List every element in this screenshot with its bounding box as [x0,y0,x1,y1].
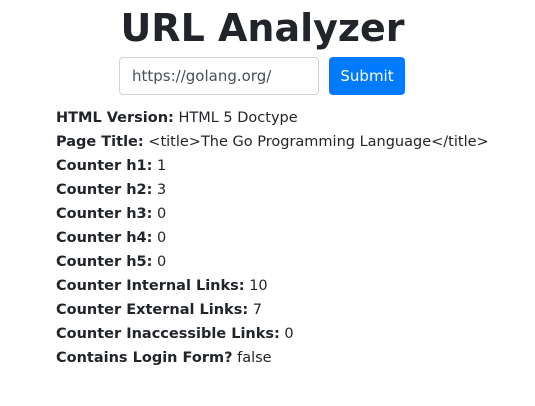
result-label: Counter h3: [56,206,153,222]
result-label: Counter h4: [56,230,153,246]
result-counter-h3: Counter h3: 0 [56,202,489,226]
result-value: 0 [284,326,294,342]
result-internal-links: Counter Internal Links: 10 [56,274,489,298]
result-label: Counter h2: [56,182,153,198]
result-counter-h2: Counter h2: 3 [56,178,489,202]
result-value: <title>The Go Programming Language</titl… [148,134,489,150]
result-label: Page Title: [56,134,144,150]
result-counter-h4: Counter h4: 0 [56,226,489,250]
result-external-links: Counter External Links: 7 [56,298,489,322]
result-label: Counter h5: [56,254,153,270]
submit-button[interactable]: Submit [329,57,405,95]
result-value: 0 [157,230,167,246]
result-value: 3 [157,182,167,198]
result-label: Counter h1: [56,158,153,174]
result-html-version: HTML Version: HTML 5 Doctype [56,106,489,130]
result-label: Counter Internal Links: [56,278,245,294]
results-list: HTML Version: HTML 5 Doctype Page Title:… [56,106,489,370]
result-value: 7 [252,302,262,318]
result-value: 0 [157,206,167,222]
result-label: Contains Login Form? [56,350,233,366]
result-value: 1 [157,158,167,174]
url-form: Submit [119,57,405,95]
result-counter-h1: Counter h1: 1 [56,154,489,178]
result-login-form: Contains Login Form? false [56,346,489,370]
result-value: HTML 5 Doctype [178,110,298,126]
result-value: 0 [157,254,167,270]
result-label: Counter External Links: [56,302,249,318]
page-title: URL Analyzer [120,6,405,50]
result-value: false [237,350,272,366]
result-page-title: Page Title: <title>The Go Programming La… [56,130,489,154]
url-input[interactable] [119,57,319,95]
result-label: Counter Inaccessible Links: [56,326,280,342]
result-value: 10 [249,278,268,294]
result-label: HTML Version: [56,110,174,126]
result-inaccessible-links: Counter Inaccessible Links: 0 [56,322,489,346]
result-counter-h5: Counter h5: 0 [56,250,489,274]
